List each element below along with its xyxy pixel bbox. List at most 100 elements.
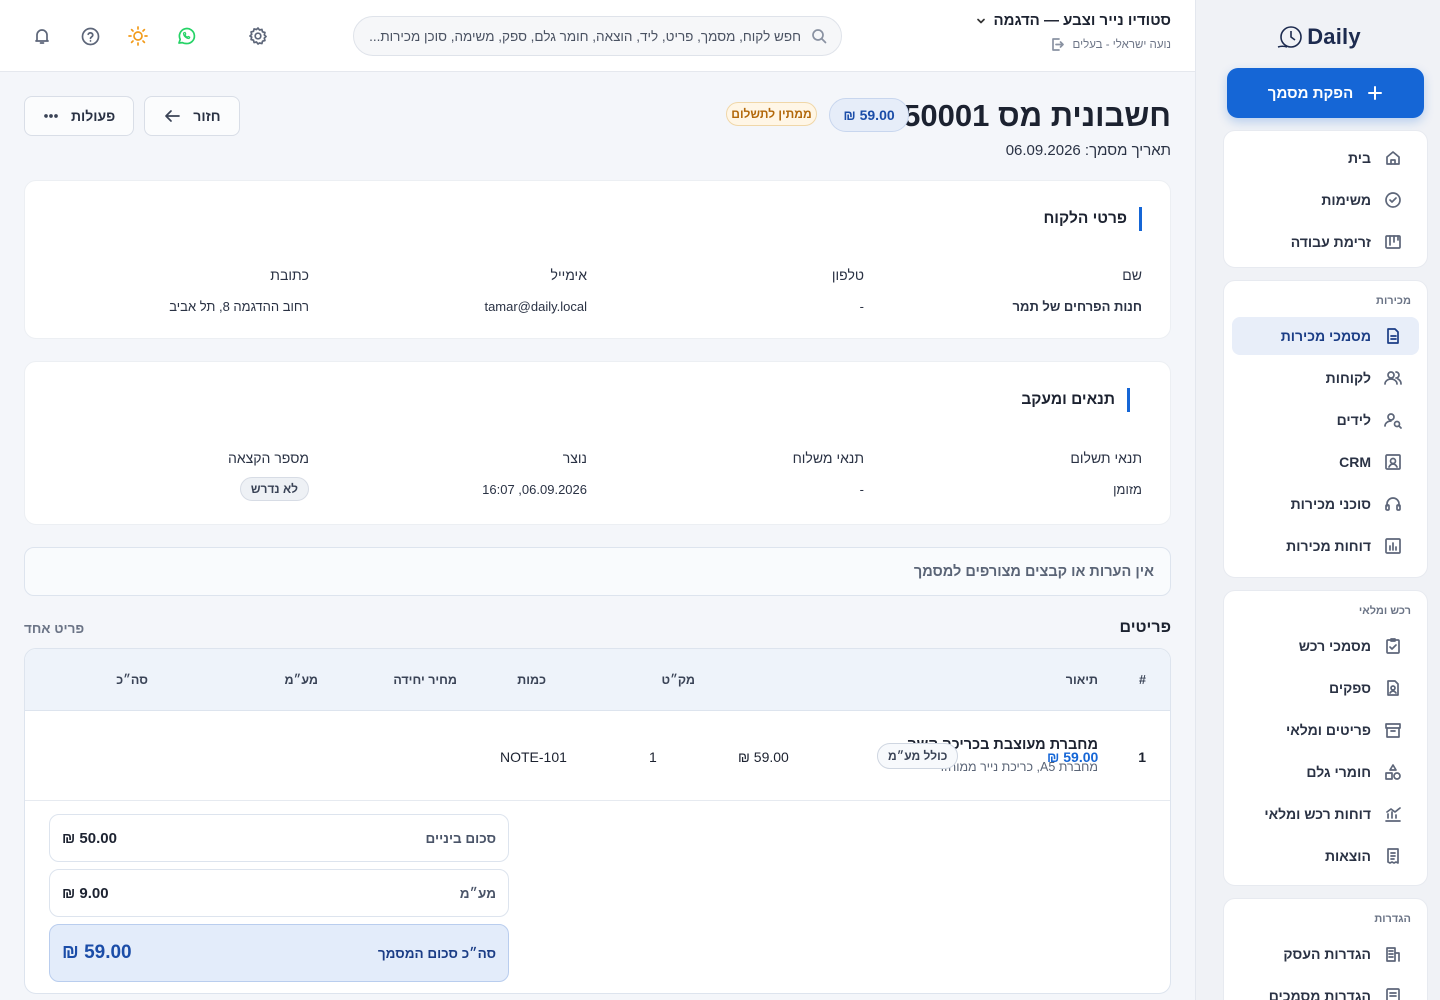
sidebar-item-sales-reports[interactable]: דוחות מכירות	[1232, 525, 1419, 567]
sidebar-item-label: דוחות רכש ומלאי	[1264, 806, 1371, 822]
sidebar-item-tasks[interactable]: משימות	[1232, 179, 1419, 221]
create-document-button[interactable]: הפקת מסמך	[1227, 68, 1424, 118]
help-icon[interactable]	[78, 24, 102, 48]
sidebar-item-document-settings[interactable]: הגדרות מסמכים	[1232, 975, 1419, 1000]
nav-settings: הגדרות הגדרות העסק הגדרות מסמכים	[1223, 898, 1428, 1000]
payment-terms: מזומן	[1113, 482, 1142, 497]
archive-icon	[1383, 721, 1403, 739]
sidebar-item-customers[interactable]: לקוחות	[1232, 357, 1419, 399]
sidebar-item-label: משימות	[1321, 192, 1371, 208]
sidebar-item-purchase-reports[interactable]: דוחות רכש ומלאי	[1232, 793, 1419, 835]
table-row[interactable]: 1 מחברת מעוצבת בכריכה קשה מחברת A5, כריכ…	[25, 711, 1170, 801]
document-icon	[1383, 327, 1403, 345]
grand-total-label: סה״כ סכום המסמך	[377, 945, 496, 961]
row-total: 59.00 ₪	[1047, 749, 1099, 765]
whatsapp-icon[interactable]	[174, 24, 198, 48]
user-row: נועה ישראלי - בעלים	[975, 37, 1171, 52]
whatsapp-glyph-icon	[176, 26, 196, 46]
grand-total-value: ₪ 59.00	[62, 942, 132, 963]
customer-card: פרטי הלקוח שם חנות הפרחים של תמר טלפון -…	[24, 180, 1171, 339]
actions-label: פעולות	[71, 108, 116, 124]
business-name-row[interactable]: סטודיו נייר וצבע — הדגמה	[975, 12, 1171, 29]
sidebar-item-label: מסמכי רכש	[1298, 638, 1371, 654]
settings-icon[interactable]	[246, 24, 270, 48]
sidebar-item-raw-materials[interactable]: חומרי גלם	[1232, 751, 1419, 793]
search-icon	[811, 28, 827, 44]
sidebar-item-suppliers[interactable]: ספקים	[1232, 667, 1419, 709]
customer-phone-field: טלפון -	[634, 267, 864, 314]
global-search[interactable]	[353, 16, 842, 56]
actions-menu-button[interactable]: פעולות	[24, 96, 135, 136]
sidebar-item-label: סוכני מכירות	[1290, 496, 1371, 512]
row-num: 1	[1138, 749, 1146, 765]
sidebar-item-business-settings[interactable]: הגדרות העסק	[1232, 933, 1419, 975]
logo-text: Daily	[1307, 24, 1361, 49]
col-sku: מק״ט	[661, 673, 695, 687]
items-table: # תיאור מק״ט כמות מחיר יחידה מע״מ סה״כ 1…	[24, 648, 1171, 994]
back-button[interactable]: חזור	[144, 96, 240, 136]
business-name: סטודיו נייר וצבע — הדגמה	[993, 12, 1171, 29]
sidebar-item-purchase-documents[interactable]: מסמכי רכש	[1232, 625, 1419, 667]
sidebar-item-crm[interactable]: CRM	[1232, 441, 1419, 483]
field-label: טלפון	[831, 267, 864, 283]
business-switcher[interactable]: סטודיו נייר וצבע — הדגמה נועה ישראלי - ב…	[975, 12, 1171, 52]
sidebar-item-sales-documents[interactable]: מסמכי מכירות	[1232, 317, 1419, 355]
main-content: חשבונית מס 50001 59.00 ₪ ממתין לתשלום תא…	[24, 72, 1171, 1000]
sidebar-item-label: פריטים ומלאי	[1286, 722, 1371, 738]
bar-chart-icon	[1383, 537, 1403, 555]
sidebar-item-label: לקוחות	[1325, 370, 1371, 386]
vat-box: מע״מ ₪ 9.00	[49, 869, 509, 917]
contact-card-icon	[1383, 453, 1403, 471]
sidebar-item-sales-agents[interactable]: סוכני מכירות	[1232, 483, 1419, 525]
check-circle-icon	[1383, 191, 1403, 209]
notifications-icon	[33, 27, 51, 45]
logo[interactable]: Daily	[1196, 0, 1440, 66]
user-name-role: נועה ישראלי - בעלים	[1072, 38, 1171, 51]
arrow-left-icon	[163, 108, 181, 124]
customer-address-field: כתובת רחוב ההדגמה 8, תל אביב	[79, 267, 309, 314]
field-label: מספר הקצאה	[228, 450, 309, 466]
vat-chip: כולל מע״מ	[877, 743, 959, 769]
home-icon	[1383, 149, 1403, 167]
nav-section-title: מכירות	[1376, 295, 1411, 307]
sidebar-item-label: הגדרות מסמכים	[1268, 988, 1371, 1000]
col-num: #	[1139, 673, 1146, 687]
bell-icon[interactable]	[30, 24, 54, 48]
customer-address: רחוב ההדגמה 8, תל אביב	[169, 299, 309, 314]
question-circle-icon	[81, 27, 100, 46]
clock-logo-icon	[1275, 23, 1305, 51]
customer-card-title: פרטי הלקוח	[1043, 207, 1142, 231]
subtotal-label: סכום ביניים	[425, 830, 496, 846]
sidebar-item-inventory[interactable]: פריטים ומלאי	[1232, 709, 1419, 751]
field-label: נוצר	[562, 450, 587, 466]
field-label: שם	[1122, 267, 1142, 283]
sidebar-item-expenses[interactable]: הוצאות	[1232, 835, 1419, 877]
customer-name: חנות הפרחים של תמר	[1012, 299, 1142, 314]
toolbar-icons	[30, 24, 270, 48]
document-date: תאריך מסמך: 06.09.2026	[1005, 142, 1171, 159]
sun-icon[interactable]	[126, 24, 150, 48]
sidebar-item-workflow[interactable]: זרימת עבודה	[1232, 221, 1419, 263]
nav-sales: מכירות מסמכי מכירות לקוחות לידים CRM סוכ…	[1223, 280, 1428, 578]
col-total: סה״כ	[116, 673, 148, 687]
row-sku: NOTE-101	[500, 749, 567, 765]
topbar: סטודיו נייר וצבע — הדגמה נועה ישראלי - ב…	[0, 0, 1195, 72]
sidebar-item-home[interactable]: בית	[1232, 137, 1419, 179]
sidebar: Daily הפקת מסמך בית משימות זרימת עבודה מ…	[1195, 0, 1440, 1000]
headset-icon	[1383, 495, 1403, 513]
row-unit-price: 59.00 ₪	[738, 749, 789, 765]
search-input[interactable]	[354, 28, 801, 44]
sidebar-item-label: חומרי גלם	[1306, 764, 1371, 780]
logout-icon[interactable]	[1050, 37, 1065, 52]
plus-icon	[1367, 85, 1383, 101]
receipt-icon	[1383, 847, 1403, 865]
col-description: תיאור	[1065, 673, 1098, 687]
items-count: פריט אחד	[24, 621, 85, 636]
customer-email-field: אימייל tamar@daily.local	[357, 267, 587, 314]
sidebar-item-label: לידים	[1336, 412, 1371, 428]
sidebar-item-label: זרימת עבודה	[1290, 234, 1371, 250]
chevron-down-icon	[975, 15, 987, 27]
sidebar-item-leads[interactable]: לידים	[1232, 399, 1419, 441]
create-document-label: הפקת מסמך	[1267, 84, 1354, 102]
supplier-icon	[1383, 679, 1403, 697]
